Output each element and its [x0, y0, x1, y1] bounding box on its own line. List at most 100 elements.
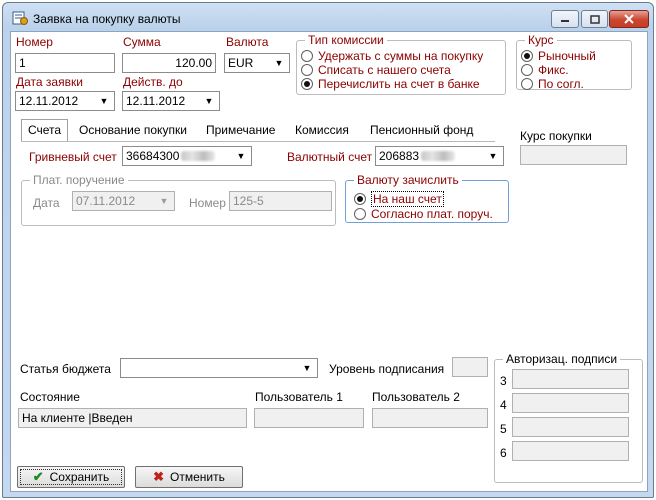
- state-label: Состояние: [20, 390, 80, 404]
- commission-option-transfer[interactable]: Перечислить на счет в банке: [301, 77, 480, 91]
- commission-type-group: Тип комиссии Удержать с суммы на покупку…: [296, 33, 506, 95]
- save-button[interactable]: ✔ Сохранить: [17, 466, 125, 488]
- signature-field: [512, 441, 629, 461]
- document-currency-icon: [12, 11, 28, 25]
- commission-option-debit[interactable]: Списать с нашего счета: [301, 63, 451, 77]
- signature-field: [512, 369, 629, 389]
- payment-date-picker: 07.11.2012 ▼: [72, 191, 175, 211]
- save-button-label: Сохранить: [49, 470, 110, 484]
- tab-commission[interactable]: Комиссия: [289, 121, 355, 141]
- cancel-button[interactable]: ✖ Отменить: [135, 466, 243, 488]
- date-label: Дата заявки: [16, 75, 83, 89]
- payment-order-group: Плат. поручение Дата 07.11.2012 ▼ Номер …: [21, 173, 336, 226]
- window-title: Заявка на покупку валюты: [33, 12, 181, 26]
- tab-accounts[interactable]: Счета: [21, 119, 69, 142]
- chevron-down-icon[interactable]: ▼: [271, 54, 287, 72]
- currency-account-label: Валютный счет: [287, 150, 373, 164]
- number-label: Номер: [16, 35, 53, 49]
- dialog-body: Номер 1 Сумма 120.00 Валюта EUR ▼ Дата з…: [10, 31, 648, 492]
- close-button[interactable]: [609, 10, 649, 28]
- valid-until-label: Действ. до: [123, 75, 183, 89]
- currency-select[interactable]: EUR ▼: [224, 53, 290, 73]
- user1-label: Пользователь 1: [255, 390, 343, 404]
- minimize-icon: [561, 20, 569, 22]
- chevron-down-icon[interactable]: ▼: [233, 147, 249, 165]
- chevron-down-icon[interactable]: ▼: [299, 359, 315, 377]
- radio-icon: [301, 64, 313, 76]
- number-field[interactable]: 1: [15, 53, 115, 73]
- credit-option-per-order[interactable]: Согласно плат. поруч.: [354, 207, 493, 221]
- user1-field: [254, 408, 364, 428]
- budget-article-label: Статья бюджета: [20, 362, 111, 376]
- chevron-down-icon[interactable]: ▼: [96, 92, 112, 110]
- hryvnia-account-value: 36684300: [126, 149, 180, 163]
- radio-icon: [521, 64, 533, 76]
- radio-selected-icon: [354, 193, 366, 205]
- signature-row-label: 3: [500, 374, 507, 388]
- budget-article-select[interactable]: ▼: [120, 358, 318, 378]
- dialog-window: Заявка на покупку валюты Номер 1 Сумма 1…: [2, 2, 654, 498]
- user2-label: Пользователь 2: [372, 390, 460, 404]
- title-bar[interactable]: Заявка на покупку валюты: [3, 3, 653, 31]
- date-picker[interactable]: 12.11.2012 ▼: [15, 91, 115, 111]
- signature-row-label: 6: [500, 446, 507, 460]
- signature-row-label: 4: [500, 398, 507, 412]
- payment-number-field: 125-5: [229, 191, 332, 211]
- radio-icon: [521, 78, 533, 90]
- checkmark-icon: ✔: [32, 469, 44, 484]
- rate-title: Курс: [525, 33, 557, 47]
- rate-group: Курс Рыночный Фикс. По согл.: [516, 33, 632, 91]
- signatures-group: Авторизац. подписи 3 4 5 6: [494, 352, 643, 483]
- purchase-rate-field: [520, 145, 627, 165]
- credit-currency-group: Валюту зачислить На наш счет Согласно пл…: [345, 173, 509, 223]
- signatures-title: Авторизац. подписи: [503, 352, 621, 366]
- payment-number-label: Номер: [189, 196, 226, 210]
- date-value: 12.11.2012: [19, 94, 79, 108]
- valid-until-value: 12.11.2012: [126, 94, 186, 108]
- minimize-button[interactable]: [551, 10, 579, 28]
- cross-icon: ✖: [153, 469, 165, 484]
- payment-order-title: Плат. поручение: [30, 173, 128, 187]
- signature-field: [512, 393, 629, 413]
- payment-date-value: 07.11.2012: [76, 194, 136, 208]
- sum-label: Сумма: [123, 35, 161, 49]
- credit-option-our-account[interactable]: На наш счет: [354, 191, 444, 207]
- chevron-down-icon[interactable]: ▼: [201, 92, 217, 110]
- rate-option-fixed[interactable]: Фикс.: [521, 63, 569, 77]
- purchase-rate-label: Курс покупки: [520, 129, 592, 143]
- currency-account-value: 206883: [379, 149, 420, 163]
- cancel-button-label: Отменить: [170, 470, 225, 484]
- radio-icon: [301, 50, 313, 62]
- tab-divider: [21, 141, 495, 142]
- rate-option-agreed[interactable]: По согл.: [521, 77, 584, 91]
- sign-level-field: [452, 357, 488, 377]
- currency-label: Валюта: [226, 35, 269, 49]
- tab-purchase-basis[interactable]: Основание покупки: [73, 121, 193, 141]
- state-field: На клиенте |Введен: [18, 408, 247, 428]
- valid-until-picker[interactable]: 12.11.2012 ▼: [122, 91, 220, 111]
- radio-icon: [354, 208, 366, 220]
- tab-pension-fund[interactable]: Пенсионный фонд: [364, 121, 480, 141]
- chevron-down-icon: ▼: [159, 196, 169, 206]
- sum-field[interactable]: 120.00: [122, 53, 216, 73]
- tab-note[interactable]: Примечание: [200, 121, 282, 141]
- hryvnia-account-select[interactable]: 36684300 ▼: [122, 146, 252, 166]
- rate-option-market[interactable]: Рыночный: [521, 49, 596, 63]
- hryvnia-account-label: Гривневый счет: [29, 150, 117, 164]
- chevron-down-icon[interactable]: ▼: [485, 147, 501, 165]
- maximize-button[interactable]: [581, 10, 608, 28]
- credit-currency-title: Валюту зачислить: [354, 173, 462, 187]
- commission-type-title: Тип комиссии: [305, 33, 387, 47]
- sign-level-label: Уровень подписания: [329, 362, 445, 376]
- user2-field: [372, 408, 488, 428]
- currency-value: EUR: [228, 56, 254, 70]
- payment-date-label: Дата: [33, 196, 60, 210]
- signature-row-label: 5: [500, 422, 507, 436]
- radio-selected-icon: [301, 78, 313, 90]
- signature-field: [512, 417, 629, 437]
- maximize-icon: [589, 14, 600, 24]
- commission-option-deduct[interactable]: Удержать с суммы на покупку: [301, 49, 483, 63]
- radio-selected-icon: [521, 50, 533, 62]
- currency-account-select[interactable]: 206883 ▼: [375, 146, 504, 166]
- close-icon: [624, 14, 634, 24]
